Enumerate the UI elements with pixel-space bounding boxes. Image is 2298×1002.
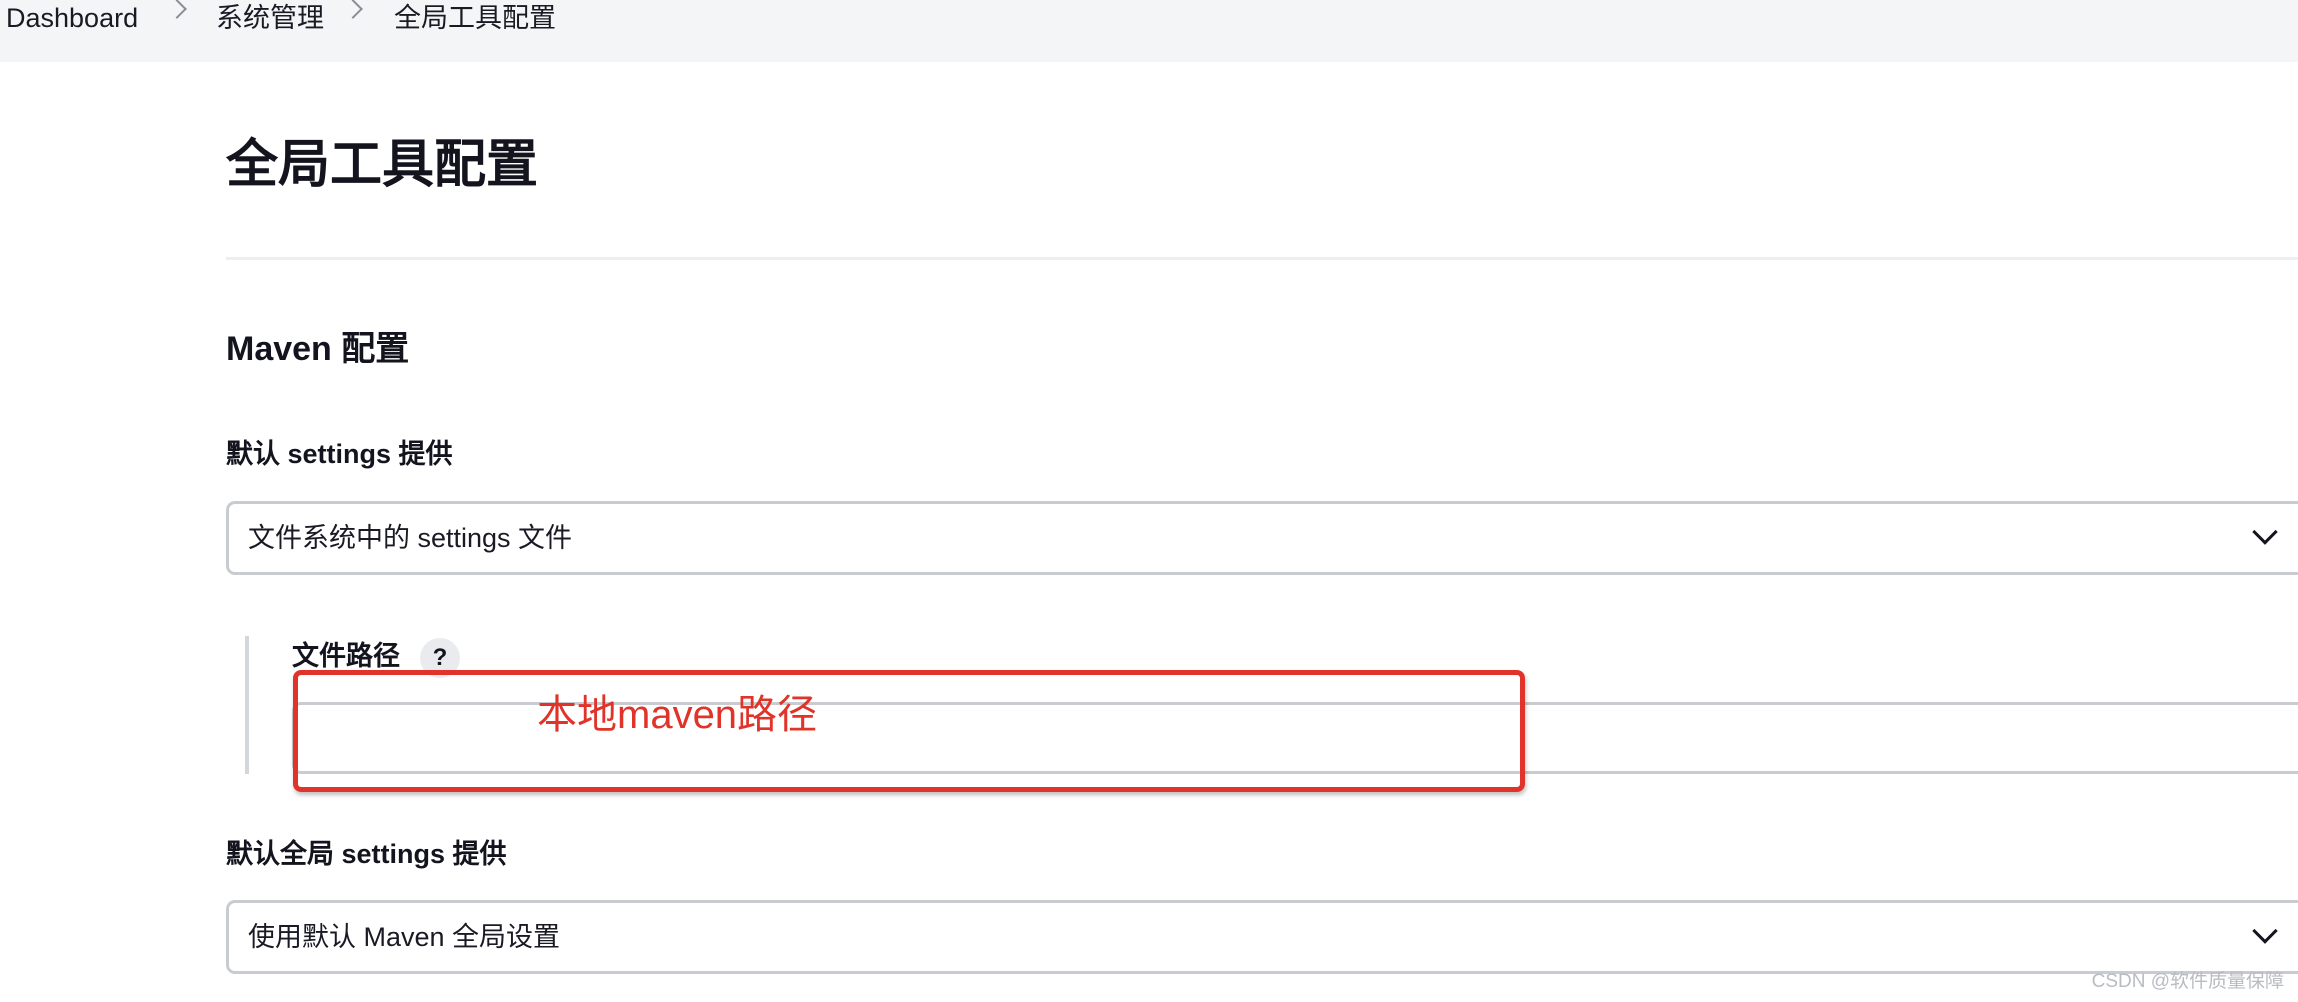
maven-section-title: Maven 配置 <box>226 330 410 368</box>
page-title: 全局工具配置 <box>226 136 539 194</box>
file-path-label: 文件路径 <box>292 641 400 671</box>
divider <box>226 257 2298 260</box>
breadcrumb-item-system-management[interactable]: 系统管理 <box>216 0 324 36</box>
default-global-settings-selected-value: 使用默认 Maven 全局设置 <box>248 922 561 952</box>
default-settings-select[interactable]: 文件系统中的 settings 文件 <box>226 501 2298 575</box>
annotation-highlight-box <box>293 670 1525 792</box>
chevron-down-icon <box>2252 918 2278 944</box>
default-global-settings-label: 默认全局 settings 提供 <box>226 839 507 869</box>
breadcrumb-item-dashboard[interactable]: Dashboard <box>6 0 138 36</box>
default-settings-label: 默认 settings 提供 <box>226 439 453 469</box>
default-global-settings-select[interactable]: 使用默认 Maven 全局设置 <box>226 900 2298 974</box>
chevron-right-icon <box>167 0 187 19</box>
chevron-right-icon <box>343 0 363 19</box>
breadcrumb: Dashboard 系统管理 全局工具配置 <box>0 0 2298 62</box>
watermark: CSDN @软件质量保障 <box>2091 971 2284 992</box>
default-settings-selected-value: 文件系统中的 settings 文件 <box>248 523 573 553</box>
breadcrumb-item-global-tool-config[interactable]: 全局工具配置 <box>394 0 556 36</box>
chevron-down-icon <box>2252 519 2278 545</box>
annotation-label: 本地maven路径 <box>537 693 818 737</box>
nested-indent-bar <box>245 636 249 774</box>
